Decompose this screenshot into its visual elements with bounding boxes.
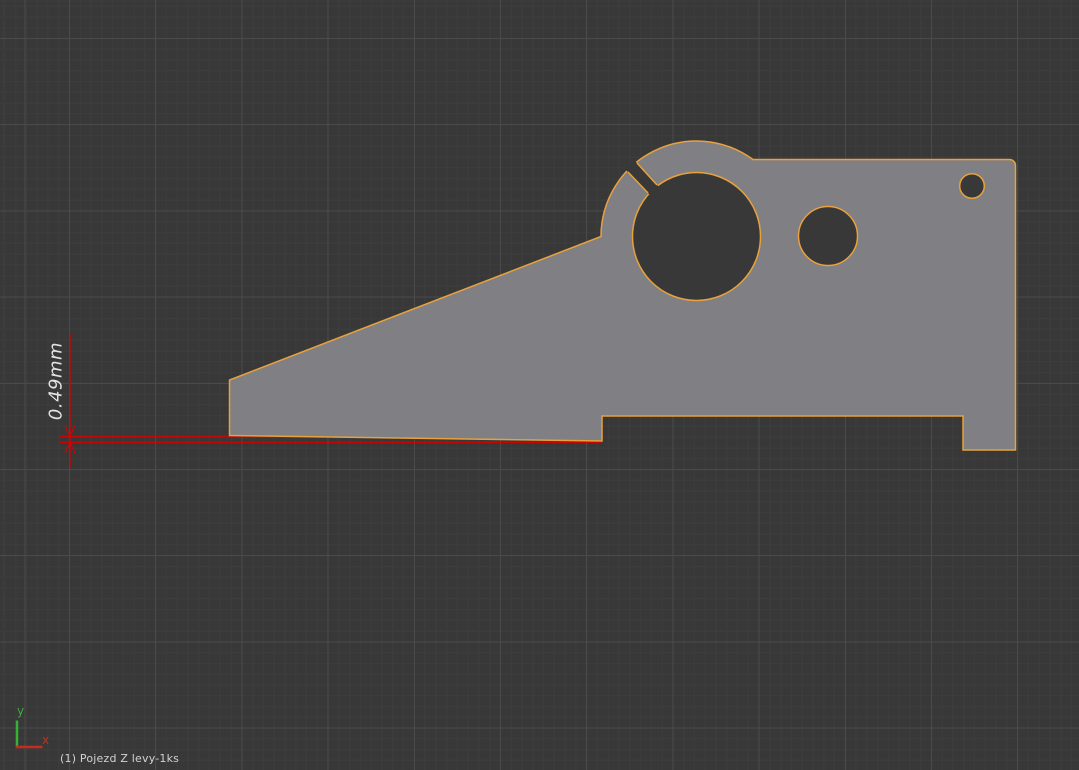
- bore-hole-small[interactable]: [960, 174, 985, 199]
- part-profile[interactable]: [230, 141, 1016, 450]
- dimension-arrow-up: [65, 442, 70, 453]
- cad-viewport[interactable]: 0.49mm y x (1) Pojezd Z levy-1ks: [0, 0, 1079, 770]
- y-axis-label: y: [17, 704, 24, 718]
- bore-hole-medium[interactable]: [799, 207, 858, 266]
- origin-axis-gizmo: [16, 721, 43, 748]
- dimension-arrow-down: [65, 426, 70, 437]
- item-name-label: (1) Pojezd Z levy-1ks: [60, 752, 179, 765]
- dimension-value-label[interactable]: 0.49mm: [46, 342, 67, 420]
- sketch-canvas: [0, 0, 1079, 770]
- dimension-arrow-up: [70, 442, 75, 453]
- x-axis-label: x: [42, 733, 49, 747]
- dimension-arrow-down: [70, 426, 75, 437]
